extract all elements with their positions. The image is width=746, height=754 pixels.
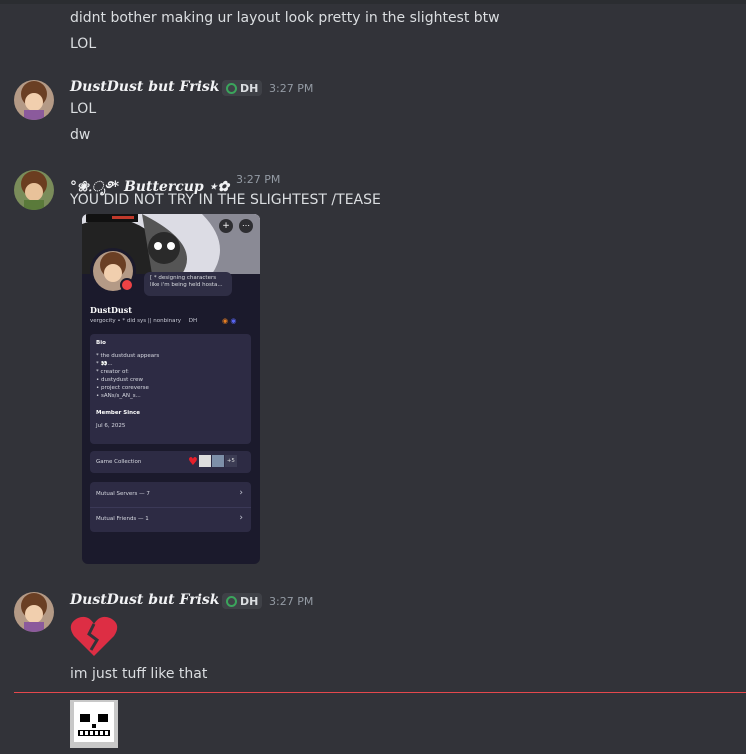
badge-icons: ◉ ◉ [222, 317, 237, 325]
message-text: im just tuff like that [70, 666, 208, 682]
game-icons: ♥ +5 [188, 455, 237, 468]
custom-status: [ * designing characters like i'm being … [144, 272, 232, 296]
bio-line: * 👀... [96, 361, 113, 367]
avatar[interactable] [14, 80, 54, 120]
avatar[interactable] [14, 170, 54, 210]
mutuals-panel: Mutual Servers — 7 › Mutual Friends — 1 … [90, 482, 251, 532]
avatar[interactable] [14, 592, 54, 632]
new-messages-divider [14, 692, 746, 693]
message-text: didnt bother making ur layout look prett… [70, 10, 500, 26]
member-since-date: Jul 6, 2025 [96, 423, 126, 429]
more-icon[interactable]: … [239, 219, 253, 233]
profile-name: DustDust [90, 305, 132, 315]
top-edge [0, 0, 746, 4]
sans-sticker-image[interactable] [70, 700, 118, 748]
bio-line: • project coreverse [96, 385, 149, 391]
dnd-status-icon [120, 278, 134, 292]
message-text: LOL [70, 36, 97, 52]
game-collection-row[interactable]: Game Collection ♥ +5 [90, 451, 251, 473]
author-name[interactable]: DustDust but Frisk [70, 592, 220, 608]
bio-line: * the dustdust appears [96, 353, 160, 359]
bio-line: * creator of: [96, 369, 129, 375]
broken-heart-emoji[interactable] [70, 614, 118, 658]
profile-subtitle: vergocity • * did sys || nonbinary DH [90, 318, 198, 324]
mutual-servers-row[interactable]: Mutual Servers — 7 › [90, 482, 251, 508]
chevron-right-icon: › [239, 513, 243, 523]
timestamp: 3:27 PM [236, 173, 281, 186]
message-text: YOU DID NOT TRY IN THE SLIGHTEST /TEASE [70, 192, 381, 208]
add-friend-icon[interactable]: + [219, 219, 233, 233]
server-tag[interactable]: DH [222, 593, 263, 609]
author-name[interactable]: DustDust but Frisk [70, 79, 220, 95]
server-tag[interactable]: DH [222, 80, 263, 96]
timestamp: 3:27 PM [269, 82, 314, 95]
attachment-image[interactable]: + … [ * designing characters like i'm be… [82, 214, 260, 564]
message-text: dw [70, 127, 91, 143]
bio-line: • sANs/s_AN_s... [96, 393, 141, 399]
bio-panel: Bio * the dustdust appears * 👀... * crea… [90, 334, 251, 444]
timestamp: 3:27 PM [269, 595, 314, 608]
tag-icon [226, 595, 237, 607]
mutual-friends-row[interactable]: Mutual Friends — 1 › [90, 508, 251, 532]
message-text: LOL [70, 101, 97, 117]
chevron-right-icon: › [239, 488, 243, 498]
bio-line: • dustydust crew [96, 377, 144, 383]
tag-icon [226, 82, 237, 94]
